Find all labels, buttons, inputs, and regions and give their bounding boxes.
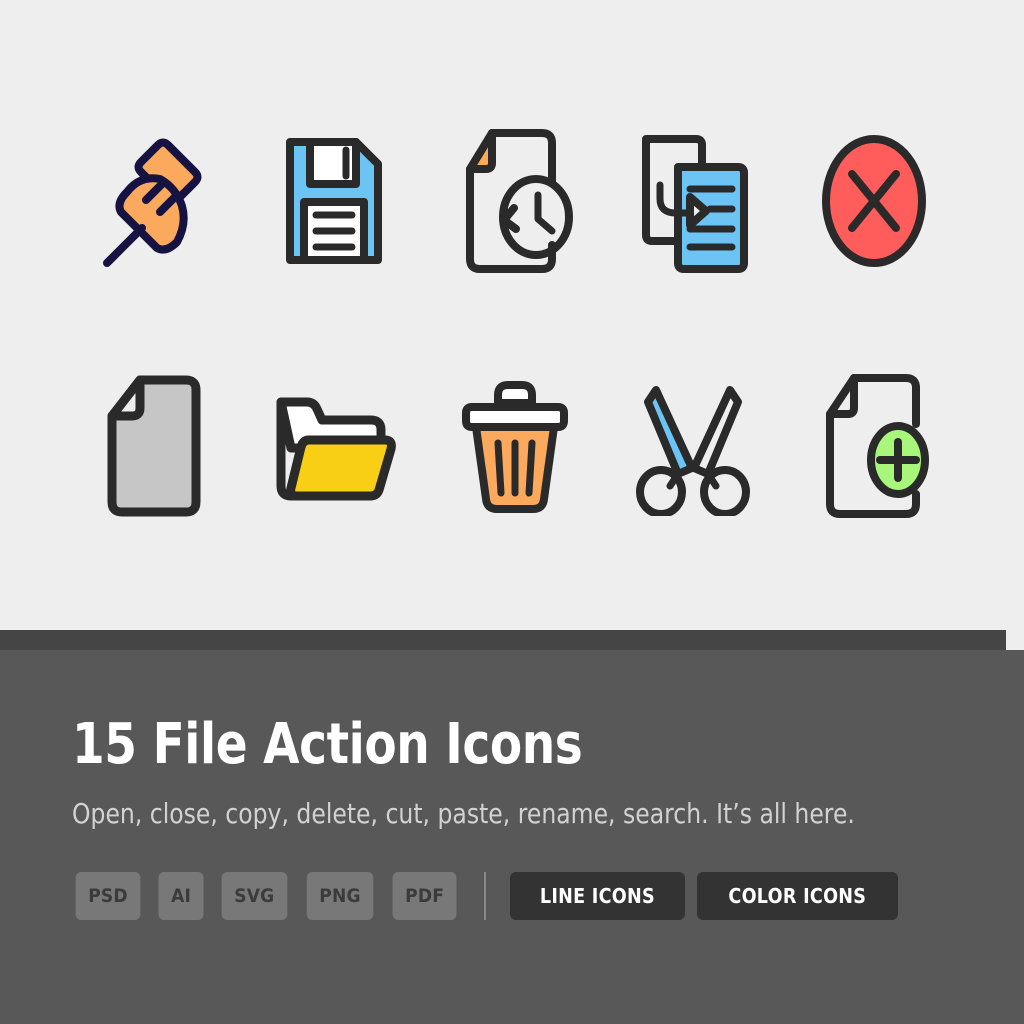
icon-cell-scissors[interactable] (604, 323, 784, 568)
file-history-icon (466, 129, 573, 273)
floppy-save-icon (286, 137, 382, 264)
page-title: 15 File Action Icons (72, 712, 583, 777)
actions-row: PSD AI SVG PNG PDF LINE ICONS COLOR ICON… (72, 872, 952, 920)
color-icons-button[interactable]: COLOR ICONS (696, 872, 898, 920)
pushpin-icon (103, 138, 202, 267)
format-badge-ai[interactable]: AI (158, 872, 204, 920)
icon-cell-save[interactable] (244, 78, 424, 323)
line-icons-button[interactable]: LINE ICONS (510, 872, 685, 920)
icon-cell-trash[interactable] (424, 323, 604, 568)
paste-document-icon (642, 135, 748, 273)
scissors-cut-icon (635, 385, 750, 516)
color-icons-button-label: COLOR ICONS (728, 884, 867, 908)
trash-can-icon (462, 381, 568, 513)
icon-grid (64, 78, 964, 568)
icon-pack-preview: 15 File Action Icons Open, close, copy, … (0, 0, 1024, 1024)
page-subtitle: Open, close, copy, delete, cut, paste, r… (72, 797, 855, 830)
icon-cell-pushpin[interactable] (64, 78, 244, 323)
actions-divider (484, 872, 487, 920)
icon-cell-close[interactable] (784, 78, 964, 323)
format-badge-pdf[interactable]: PDF (392, 872, 457, 920)
format-badge-psd[interactable]: PSD (75, 872, 141, 920)
icon-showcase (0, 0, 1024, 630)
icon-cell-paste[interactable] (604, 78, 784, 323)
icon-cell-new-file[interactable] (784, 323, 964, 568)
format-badge-png[interactable]: PNG (306, 872, 374, 920)
panel-shadow-strip (0, 630, 1006, 650)
icon-cell-file-history[interactable] (424, 78, 604, 323)
new-file-icon (826, 374, 929, 518)
info-panel: 15 File Action Icons Open, close, copy, … (0, 650, 1024, 1024)
file-icon (107, 375, 201, 517)
icon-cell-file[interactable] (64, 323, 244, 568)
icon-cell-folder[interactable] (244, 323, 424, 568)
open-folder-icon (276, 397, 396, 501)
line-icons-button-label: LINE ICONS (539, 884, 656, 908)
format-badge-svg[interactable]: SVG (221, 872, 288, 920)
close-x-icon (822, 134, 926, 267)
